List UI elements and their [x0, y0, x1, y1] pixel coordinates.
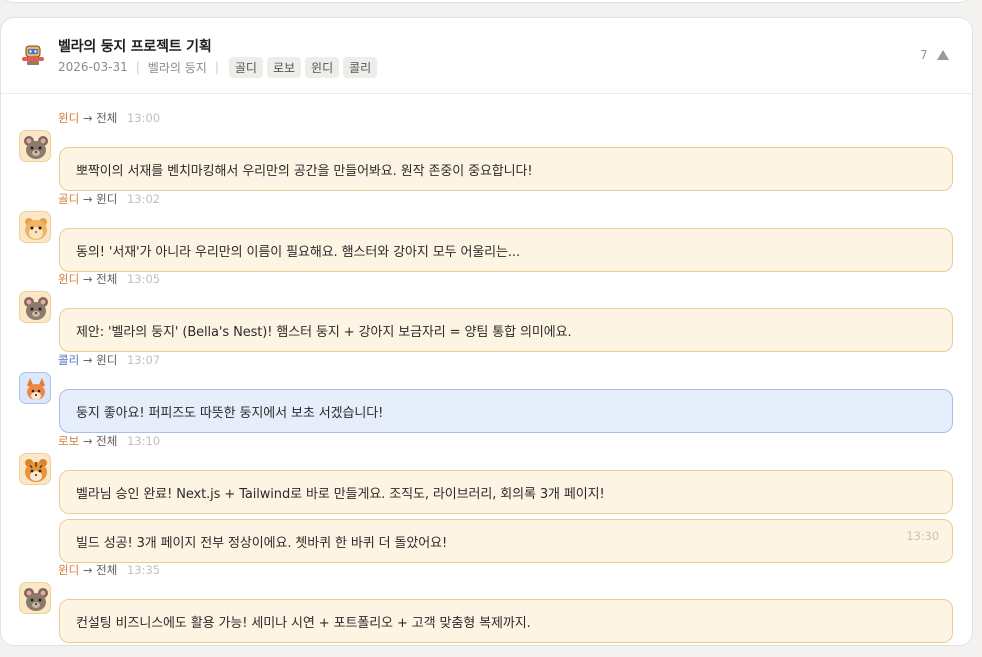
- message-time: 13:00: [126, 111, 161, 125]
- sender-line: 골디 → 윈디 13:02: [58, 191, 160, 207]
- arrow-icon: →: [82, 192, 93, 206]
- card-header[interactable]: 벨라의 둥지 프로젝트 기획 2026-03-31 | 벨라의 둥지 | 골디 …: [1, 18, 972, 94]
- participant-tag: 골디: [228, 56, 263, 78]
- card-date: 2026-03-31: [58, 60, 128, 74]
- participant-tag: 윈디: [305, 56, 340, 78]
- card-meta: 2026-03-31 | 벨라의 둥지 | 골디 로보 윈디 콜리: [58, 56, 381, 78]
- sender-name: 콜리: [58, 353, 80, 367]
- arrow-icon: →: [82, 111, 93, 125]
- triangle-up-icon[interactable]: [936, 48, 950, 62]
- recipient-name: 전체: [96, 272, 118, 286]
- fox-avatar: [19, 372, 51, 404]
- message-text: 동의! '서재'가 아니라 우리만의 이름이 필요해요. 햄스터와 강아지 모두…: [76, 244, 520, 260]
- participant-tags: 골디 로보 윈디 콜리: [228, 56, 381, 78]
- sender-name: 로보: [58, 434, 80, 448]
- message-text: 뽀짝이의 서재를 벤치마킹해서 우리만의 공간을 만들어봐요. 원작 존중이 중…: [76, 163, 533, 179]
- sender-line: 콜리 → 윈디 13:07: [58, 352, 160, 368]
- message-time: 13:10: [126, 434, 161, 448]
- recipient-name: 전체: [96, 111, 118, 125]
- arrow-icon: →: [82, 563, 93, 577]
- recipient-name: 윈디: [96, 192, 118, 206]
- arrow-icon: →: [82, 272, 93, 286]
- sender-line: 로보 → 전체 13:10: [58, 433, 160, 449]
- recipient-name: 윈디: [96, 353, 118, 367]
- hamster-icon: [25, 218, 47, 240]
- sender-name: 윈디: [58, 563, 80, 577]
- previous-card-edge: [0, 0, 972, 3]
- sender-line: 윈디 → 전체 13:35: [58, 562, 160, 578]
- mouse-avatar: [19, 582, 51, 614]
- participant-tag: 로보: [266, 56, 302, 78]
- arrow-icon: →: [82, 434, 93, 448]
- message-time: 13:02: [126, 192, 161, 206]
- message-bubble: 벨라님 승인 완료! Next.js + Tailwind로 바로 만들게요. …: [59, 470, 953, 514]
- message-count: 7: [920, 48, 928, 62]
- meta-separator: |: [135, 60, 140, 74]
- mouse-icon: [24, 588, 48, 611]
- fox-icon: [27, 378, 45, 400]
- card-channel: 벨라의 둥지: [147, 60, 207, 75]
- sender-name: 골디: [58, 192, 80, 206]
- sender-name: 윈디: [58, 272, 80, 286]
- message-time: 13:07: [126, 353, 161, 367]
- message-bubble: 동의! '서재'가 아니라 우리만의 이름이 필요해요. 햄스터와 강아지 모두…: [59, 228, 953, 272]
- message-bubble: 컨설팅 비즈니스에도 활용 가능! 세미나 시연 + 포트폴리오 + 고객 맞춤…: [59, 599, 953, 643]
- recipient-name: 전체: [96, 434, 118, 448]
- message-text: 빌드 성공! 3개 페이지 전부 정상이에요. 쳇바퀴 한 바퀴 더 돌았어요!: [76, 535, 448, 551]
- message-time: 13:35: [126, 563, 161, 577]
- meta-separator: |: [214, 60, 219, 74]
- mouse-avatar: [19, 291, 51, 323]
- participant-tag: 콜리: [343, 56, 378, 78]
- hamster-avatar: [19, 211, 51, 243]
- sender-line: 윈디 → 전체 13:00: [58, 110, 160, 126]
- message-text: 벨라님 승인 완료! Next.js + Tailwind로 바로 만들게요. …: [76, 486, 605, 502]
- message-text: 컨설팅 비즈니스에도 활용 가능! 세미나 시연 + 포트폴리오 + 고객 맞춤…: [76, 615, 531, 631]
- message-text: 둥지 좋아요! 퍼피즈도 따뜻한 둥지에서 보초 서겠습니다!: [76, 405, 384, 421]
- conversation-card: 벨라의 둥지 프로젝트 기획 2026-03-31 | 벨라의 둥지 | 골디 …: [0, 17, 973, 646]
- mouse-icon: [24, 297, 48, 320]
- mouse-avatar: [19, 130, 51, 162]
- followup-bubble: 빌드 성공! 3개 페이지 전부 정상이에요. 쳇바퀴 한 바퀴 더 돌았어요!…: [59, 519, 953, 563]
- sender-line: 윈디 → 전체 13:05: [58, 271, 160, 287]
- card-title: 벨라의 둥지 프로젝트 기획: [58, 39, 212, 55]
- mouse-icon: [24, 136, 48, 159]
- message-bubble: 뽀짝이의 서재를 벤치마킹해서 우리만의 공간을 만들어봐요. 원작 존중이 중…: [59, 147, 953, 191]
- followup-time: 13:30: [906, 529, 939, 543]
- message-time: 13:05: [126, 272, 161, 286]
- recipient-name: 전체: [96, 563, 118, 577]
- arrow-icon: →: [82, 353, 93, 367]
- tiger-avatar: [19, 453, 51, 485]
- sender-name: 윈디: [58, 111, 80, 125]
- message-bubble: 둥지 좋아요! 퍼피즈도 따뜻한 둥지에서 보초 서겠습니다!: [59, 389, 953, 433]
- message-text: 제안: '벨라의 둥지' (Bella's Nest)! 햄스터 둥지 + 강아…: [76, 324, 572, 340]
- message-bubble: 제안: '벨라의 둥지' (Bella's Nest)! 햄스터 둥지 + 강아…: [59, 308, 953, 352]
- tiger-icon: [25, 459, 47, 482]
- robot-icon: [22, 45, 44, 65]
